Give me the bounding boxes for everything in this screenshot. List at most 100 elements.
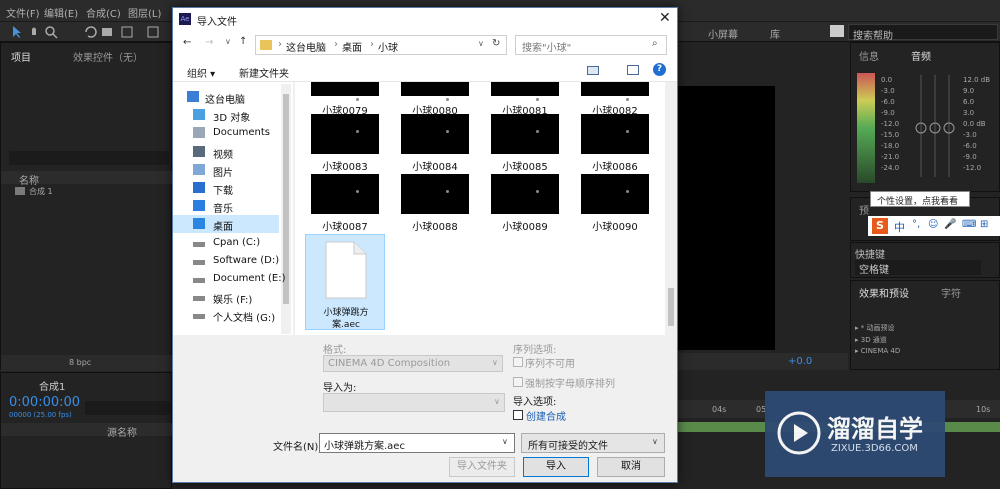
column-source-name[interactable]: 源名称 <box>107 424 137 439</box>
nav-item-3d-objects[interactable]: 3D 对象 <box>173 106 273 124</box>
import-button[interactable]: 导入 <box>523 457 589 477</box>
up-arrow-icon[interactable]: ↑ <box>239 36 247 47</box>
tab-character[interactable]: 字符 <box>941 285 961 300</box>
nav-item-pictures[interactable]: 图片 <box>173 161 273 179</box>
file-thumbnail[interactable] <box>491 114 559 154</box>
current-time[interactable]: 0:00:00:00 <box>9 395 80 410</box>
files-scrollbar[interactable] <box>665 82 677 335</box>
nav-item-drive-f[interactable]: 娱乐 (F:) <box>173 288 273 306</box>
tool-icons[interactable] <box>10 25 170 39</box>
cancel-button[interactable]: 取消 <box>597 457 665 477</box>
bpc-button[interactable]: 8 bpc <box>69 358 91 367</box>
menu-edit[interactable]: 编辑(E) <box>44 5 78 20</box>
address-bar[interactable]: › 这台电脑 › 桌面 › 小球 ∨ ↻ <box>255 35 507 55</box>
forward-arrow-icon[interactable]: → <box>205 37 213 48</box>
create-composition-label[interactable]: 创建合成 <box>526 408 566 423</box>
shortcut-select[interactable]: 空格键 <box>855 260 981 276</box>
column-name[interactable]: 名称 <box>19 172 39 187</box>
file-thumbnail[interactable] <box>311 174 379 214</box>
menu-composition[interactable]: 合成(C) <box>86 5 121 20</box>
file-thumbnail[interactable] <box>491 174 559 214</box>
file-label[interactable]: 小球0085 <box>480 158 570 173</box>
nav-scrollbar[interactable] <box>281 84 291 334</box>
refresh-icon[interactable]: ↻ <box>492 38 500 49</box>
tab-audio[interactable]: 音频 <box>911 48 931 63</box>
ime-mic-icon[interactable]: 🎤 <box>944 219 956 230</box>
new-folder-button[interactable]: 新建文件夹 <box>239 65 289 80</box>
tab-preview[interactable]: 预 <box>859 202 869 217</box>
file-thumbnail[interactable] <box>401 114 469 154</box>
file-item-aec-selected[interactable]: 小球弹跳方案.aec <box>305 234 385 330</box>
nav-item-drive-e[interactable]: Document (E:) <box>173 270 285 288</box>
help-icon[interactable]: ? <box>653 63 666 76</box>
nav-item-this-pc[interactable]: 这台电脑 <box>173 88 273 106</box>
menu-layer[interactable]: 图层(L) <box>128 5 161 20</box>
file-label[interactable]: 小球0086 <box>570 158 660 173</box>
effects-item-animation-presets[interactable]: ▸ * 动画预设 <box>855 323 894 333</box>
file-label[interactable]: 小球0089 <box>480 218 570 233</box>
menu-file[interactable]: 文件(F) <box>6 5 40 20</box>
tab-info[interactable]: 信息 <box>859 48 879 63</box>
file-thumbnail[interactable] <box>311 82 379 101</box>
file-label[interactable]: 小球0090 <box>570 218 660 233</box>
ime-emoji-icon[interactable]: ☺ <box>928 219 938 230</box>
file-thumbnail[interactable] <box>401 174 469 214</box>
effects-item-3d-channel[interactable]: ▸ 3D 通道 <box>855 335 887 345</box>
nav-item-documents[interactable]: Documents <box>173 124 273 142</box>
effects-item-cinema4d[interactable]: ▸ CINEMA 4D <box>855 347 900 355</box>
format-select[interactable]: CINEMA 4D Composition ∨ <box>323 355 503 372</box>
search-input[interactable]: 搜索"小球" ⌕ <box>515 35 667 55</box>
exposure-value[interactable]: +0.0 <box>788 356 812 367</box>
audio-sliders[interactable] <box>909 71 961 181</box>
file-thumbnail[interactable] <box>581 174 649 214</box>
recent-chevron-icon[interactable]: ∨ <box>225 37 231 46</box>
workspace-small-screen[interactable]: 小屏幕 <box>708 26 738 41</box>
tab-project[interactable]: 项目 <box>11 49 31 64</box>
project-search-input[interactable] <box>9 151 169 165</box>
nav-item-drive-d[interactable]: Software (D:) <box>173 252 279 270</box>
filetype-select[interactable]: 所有可接受的文件 ∨ <box>521 433 665 453</box>
ime-chinese-mode[interactable]: 中 <box>894 219 905 235</box>
file-label[interactable]: 小球0083 <box>300 158 390 173</box>
nav-item-downloads[interactable]: 下载 <box>173 179 273 197</box>
nav-item-music[interactable]: 音乐 <box>173 197 273 215</box>
address-dropdown-icon[interactable]: ∨ <box>478 39 484 48</box>
breadcrumb-desktop[interactable]: 桌面 <box>342 39 362 54</box>
create-composition-checkbox[interactable] <box>513 410 523 420</box>
file-thumbnail[interactable] <box>581 82 649 101</box>
breadcrumb-this-pc[interactable]: 这台电脑 <box>286 39 326 54</box>
file-thumbnail[interactable] <box>581 114 649 154</box>
file-label[interactable]: 小球0088 <box>390 218 480 233</box>
organize-button[interactable]: 组织 ▾ <box>187 65 215 80</box>
sequence-checkbox[interactable] <box>513 357 523 367</box>
import-as-select[interactable]: ∨ <box>323 393 505 412</box>
view-options-icon[interactable] <box>587 66 599 75</box>
sogou-logo[interactable]: S <box>872 218 888 234</box>
nav-item-drive-g[interactable]: 个人文档 (G:) <box>173 306 275 324</box>
ime-punct[interactable]: °, <box>912 219 920 230</box>
file-thumbnail[interactable] <box>491 82 559 101</box>
search-help-input[interactable]: 搜索帮助 <box>848 24 998 42</box>
file-thumbnail[interactable] <box>401 82 469 101</box>
file-label[interactable]: 小球0087 <box>300 218 390 233</box>
filename-input[interactable]: 小球弹跳方案.aec ∨ <box>319 433 515 453</box>
timeline-tab[interactable]: 合成1 <box>39 378 65 393</box>
ime-grid-icon[interactable]: ⊞ <box>980 219 988 230</box>
file-thumbnail[interactable] <box>311 114 379 154</box>
nav-item-videos[interactable]: 视频 <box>173 143 273 161</box>
composition-canvas[interactable] <box>678 86 775 350</box>
import-folder-button[interactable]: 导入文件夹 <box>449 457 515 477</box>
tab-effects-presets[interactable]: 效果和预设 <box>859 285 909 300</box>
preview-pane-icon[interactable] <box>627 65 639 75</box>
timeline-search-input[interactable] <box>85 401 171 415</box>
force-alpha-checkbox[interactable] <box>513 377 523 387</box>
back-arrow-icon[interactable]: ← <box>183 37 191 48</box>
breadcrumb-ball[interactable]: 小球 <box>378 39 398 54</box>
files-scroll-thumb[interactable] <box>668 288 674 326</box>
project-item-comp[interactable]: 合成 1 <box>29 186 53 197</box>
file-label[interactable]: 小球0084 <box>390 158 480 173</box>
nav-item-desktop[interactable]: 桌面 <box>173 215 279 234</box>
ime-keyboard-icon[interactable]: ⌨ <box>962 219 976 230</box>
tab-effect-controls[interactable]: 效果控件（无） <box>73 49 143 64</box>
workspace-library[interactable]: 库 <box>770 26 780 41</box>
